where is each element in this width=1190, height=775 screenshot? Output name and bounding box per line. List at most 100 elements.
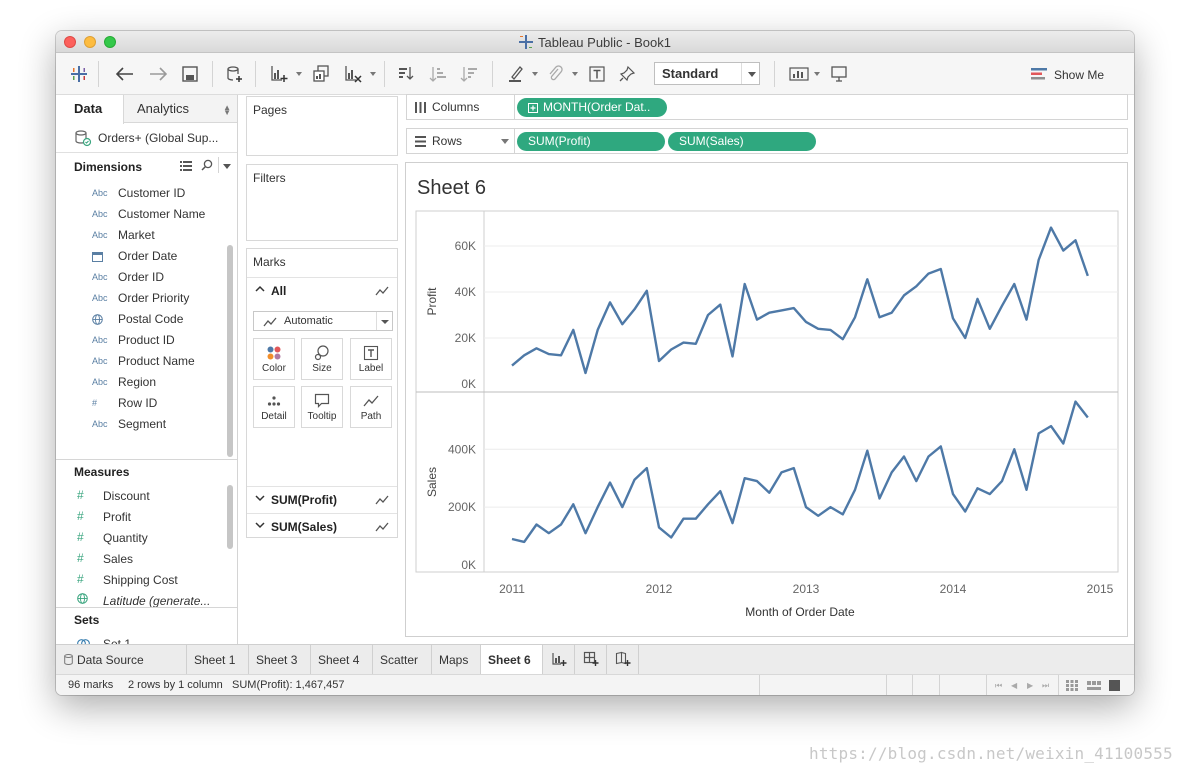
tableau-logo-icon[interactable] [67, 62, 91, 86]
clear-sheet-icon[interactable] [341, 62, 365, 86]
sheet-tab-maps[interactable]: Maps [432, 645, 481, 675]
number-type-icon: # [92, 398, 98, 408]
filmstrip-view-icon[interactable] [1087, 680, 1101, 694]
tab-data[interactable]: Data [56, 95, 124, 124]
show-me-button[interactable]: Show Me [1031, 65, 1104, 85]
number-type-icon: # [77, 530, 84, 544]
duplicate-icon[interactable] [309, 62, 333, 86]
columns-shelf[interactable]: Columns MONTH(Order Dat.. [406, 94, 1128, 120]
new-dashboard-tab-button[interactable] [575, 645, 607, 675]
dimension-order-priority[interactable]: Abc Order Priority [92, 289, 232, 309]
mark-type-select[interactable]: Automatic [253, 311, 393, 331]
sheet-tab-sheet-6[interactable]: Sheet 6 [481, 645, 543, 675]
tab-data-source-label: Data Source [77, 653, 144, 667]
dimension-product-id[interactable]: Abc Product ID [92, 331, 232, 351]
next-page-icon[interactable]: ▶ [1027, 681, 1033, 690]
tab-analytics[interactable]: Analytics ▲ ▼ [125, 95, 237, 123]
dimension-market[interactable]: Abc Market [92, 226, 232, 246]
single-view-icon[interactable] [1109, 680, 1120, 691]
number-type-icon: # [77, 509, 84, 523]
measure-latitude-generate[interactable]: Latitude (generate... [77, 592, 217, 612]
rows-shelf[interactable]: Rows SUM(Profit) SUM(Sales) [406, 128, 1128, 154]
new-worksheet-icon[interactable] [267, 62, 291, 86]
line-mark-icon [375, 494, 389, 508]
prev-page-icon[interactable]: ◀ [1011, 681, 1017, 690]
marks-title: Marks [253, 255, 286, 269]
size-button[interactable]: Size [301, 338, 343, 380]
sheet-tab-sheet-1[interactable]: Sheet 1 [187, 645, 249, 675]
new-story-tab-button[interactable] [607, 645, 639, 675]
dimension-segment[interactable]: Abc Segment [92, 415, 232, 435]
dimension-row-id[interactable]: # Row ID [92, 394, 232, 414]
dimensions-scrollbar[interactable] [227, 245, 233, 457]
string-type-icon: Abc [92, 377, 108, 387]
label-label: Label [358, 363, 384, 374]
marks-all-label: All [271, 284, 287, 298]
last-page-icon[interactable]: ⏭ [1042, 681, 1049, 691]
swap-icon[interactable] [394, 62, 418, 86]
detail-button[interactable]: Detail [253, 386, 295, 428]
chevron-up-icon [255, 284, 265, 297]
sheet-tab-sheet-4[interactable]: Sheet 4 [311, 645, 373, 675]
save-icon[interactable] [178, 62, 202, 86]
marks-sum-sales-row[interactable]: SUM(Sales) [247, 513, 397, 539]
dimension-customer-name[interactable]: Abc Customer Name [92, 205, 232, 225]
dimension-postal-code[interactable]: Postal Code [92, 310, 232, 330]
pin-icon[interactable] [615, 62, 639, 86]
measure-quantity[interactable]: # Quantity [77, 529, 217, 549]
tooltip-button[interactable]: Tooltip [301, 386, 343, 428]
path-button[interactable]: Path [350, 386, 392, 428]
back-arrow-icon[interactable] [113, 62, 137, 86]
color-button[interactable]: Color [253, 338, 295, 380]
fit-select-chevron-icon [741, 63, 759, 84]
dimensions-menu-chevron-icon[interactable] [223, 164, 231, 169]
new-datasource-icon[interactable] [222, 62, 246, 86]
marks-card: Marks All Automatic Color Size Label Det… [246, 248, 398, 538]
dimension-order-date[interactable]: Order Date [92, 247, 232, 267]
sheet-tab-sheet-3[interactable]: Sheet 3 [249, 645, 311, 675]
filters-card[interactable]: Filters [246, 164, 398, 241]
measure-label: Discount [103, 489, 150, 503]
highlight-icon[interactable] [504, 62, 528, 86]
dimension-region[interactable]: Abc Region [92, 373, 232, 393]
fit-select[interactable]: Standard [654, 62, 760, 85]
measure-discount[interactable]: # Discount [77, 487, 217, 507]
datasource-item[interactable]: Orders+ (Global Sup... [56, 123, 237, 153]
dimension-order-id[interactable]: Abc Order ID [92, 268, 232, 288]
view-list-icon[interactable] [180, 160, 192, 174]
marks-all-row[interactable]: All [247, 277, 397, 303]
group-icon[interactable] [543, 62, 567, 86]
dimensions-divider [218, 157, 219, 173]
label-icon[interactable] [585, 62, 609, 86]
rows-chevron-icon[interactable] [501, 139, 509, 144]
dimension-label: Market [118, 228, 155, 242]
measure-profit[interactable]: # Profit [77, 508, 217, 528]
chart-view-icon[interactable] [787, 62, 811, 86]
sort-descending-icon[interactable] [457, 62, 481, 86]
tab-data-source[interactable]: Data Source [56, 645, 187, 675]
presentation-icon[interactable] [827, 62, 851, 86]
y-tick-label: 0K [461, 377, 476, 391]
forward-arrow-icon[interactable] [146, 62, 170, 86]
columns-pill-month[interactable]: MONTH(Order Dat.. [517, 98, 667, 117]
grid-view-icon[interactable] [1066, 680, 1078, 694]
set-set-1[interactable]: Set 1 [77, 635, 217, 644]
marks-sum-profit-row[interactable]: SUM(Profit) [247, 486, 397, 512]
dimension-customer-id[interactable]: Abc Customer ID [92, 184, 232, 204]
first-page-icon[interactable]: ⏮ [995, 681, 1002, 691]
line-chart[interactable]: 0K 20K 40K 60K Profit 0K 200K 400K Sales 2011 2012… [406, 163, 1127, 636]
search-icon[interactable] [201, 159, 213, 174]
label-button[interactable]: Label [350, 338, 392, 380]
rows-pill-sum-profit[interactable]: SUM(Profit) [517, 132, 665, 151]
set-label: Set 1 [103, 637, 132, 644]
dimension-product-name[interactable]: Abc Product Name [92, 352, 232, 372]
measure-shipping-cost[interactable]: # Shipping Cost [77, 571, 217, 591]
measure-sales[interactable]: # Sales [77, 550, 217, 570]
new-worksheet-tab-button[interactable] [543, 645, 575, 675]
data-pane: Data Analytics ▲ ▼ Orders+ (Global Sup...… [56, 95, 238, 644]
sheet-tab-scatter[interactable]: Scatter [373, 645, 432, 675]
rows-pill-sum-sales[interactable]: SUM(Sales) [668, 132, 816, 151]
pages-card[interactable]: Pages [246, 96, 398, 156]
measures-scrollbar[interactable] [227, 485, 233, 549]
sort-ascending-icon[interactable] [426, 62, 450, 86]
